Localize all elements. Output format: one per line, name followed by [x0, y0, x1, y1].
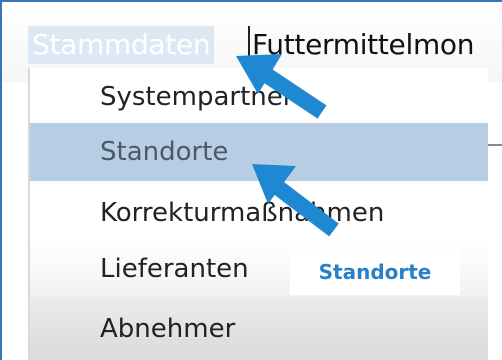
menu-tab-futtermittelmonitoring[interactable]: Futtermittelmon — [252, 26, 475, 64]
menu-separator — [248, 26, 250, 62]
menu-item-abnehmer[interactable]: Abnehmer — [30, 297, 488, 360]
annotation-callout-label: Standorte — [290, 250, 460, 295]
menu-tab-stammdaten[interactable]: Stammdaten — [28, 26, 215, 64]
submenu-connector-line — [488, 144, 502, 146]
menu-item-standorte[interactable]: Standorte — [30, 123, 488, 181]
menu-item-systempartner[interactable]: Systempartner — [30, 68, 488, 126]
application-window: Stammdaten Futtermittelmon Systempartner… — [0, 0, 502, 360]
menu-item-korrekturmassnahmen[interactable]: Korrekturmaßnahmen — [30, 184, 488, 242]
stammdaten-dropdown-menu: Systempartner Standorte Korrekturmaßnahm… — [30, 68, 488, 360]
